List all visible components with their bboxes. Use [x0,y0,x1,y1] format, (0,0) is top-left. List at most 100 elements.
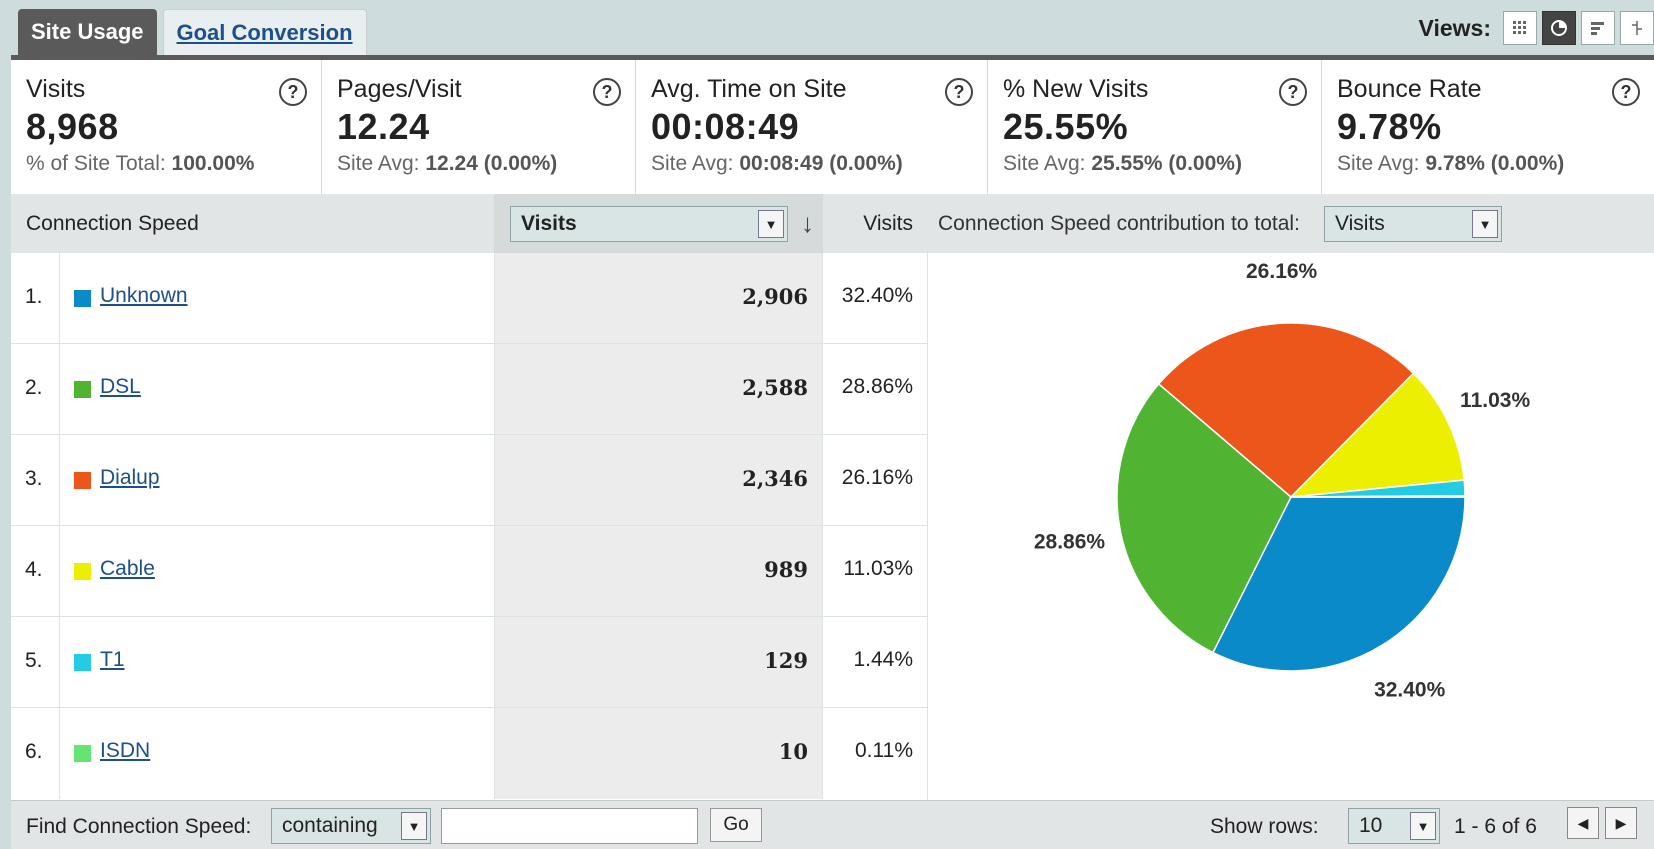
legend-swatch [74,745,91,762]
scorecard-label: Visits [26,75,86,103]
row-index: 1. [25,285,43,308]
legend-swatch [74,563,91,580]
show-rows-label: Show rows: [1210,815,1319,838]
contribution-select[interactable]: Visits ▼ [1324,206,1502,242]
scorecard-sub: Site Avg: 00:08:49 (0.00%) [651,152,987,176]
scorecard-pages-per-visit: Pages/Visit 12.24 Site Avg: 12.24 (0.00%… [322,60,636,194]
match-type-select[interactable]: containing ▼ [271,808,431,844]
metric-cell: 2,346 [494,435,823,525]
scorecard-value: 25.55% [1003,106,1129,147]
dimension-header[interactable]: Connection Speed [26,212,199,236]
go-button[interactable]: Go [710,808,762,842]
row-index: 4. [25,558,43,581]
scorecard-sub-prefix: % of Site Total: [26,152,172,175]
table-footer: Find Connection Speed: containing ▼ Go S… [11,800,1654,849]
scorecard-sub: Site Avg: 12.24 (0.00%) [337,152,635,176]
row-index-cell: 4. [11,526,60,616]
metric-select[interactable]: Visits ▼ [510,206,788,242]
metric-cell: 10 [494,708,823,799]
help-icon[interactable]: ? [593,78,621,106]
sort-descending-icon[interactable]: ↓ [801,208,814,239]
help-icon[interactable]: ? [1279,78,1307,106]
scorecard-sub: Site Avg: 25.55% (0.00%) [1003,152,1321,176]
row-link[interactable]: ISDN [100,739,150,763]
row-index-cell: 5. [11,617,60,707]
help-icon[interactable]: ? [1612,78,1640,106]
scorecard-sub-value: 00:08:49 (0.00%) [739,152,903,175]
rows-per-page-value: 10 [1359,814,1383,837]
contribution-select-value: Visits [1335,212,1385,235]
row-index-cell: 3. [11,435,60,525]
row-percent: 1.44% [853,648,913,671]
pie-chart: 32.40% 28.86% 26.16% 11.03% [1034,260,1531,701]
find-label: Find Connection Speed: [26,815,252,838]
legend-swatch [74,381,91,398]
chevron-down-icon[interactable]: ▼ [1472,210,1498,238]
table-row: 2. DSL 2,588 28.86% [11,344,927,435]
previous-page-icon[interactable]: ◀ [1567,807,1599,839]
row-percent: 26.16% [841,466,913,489]
help-icon[interactable]: ? [279,78,307,106]
chevron-down-icon[interactable]: ▼ [401,812,427,840]
legend-swatch [74,654,91,671]
scorecard-sub-prefix: Site Avg: [1337,152,1426,175]
tab-goal-conversion[interactable]: Goal Conversion [162,9,367,55]
comparison-view-icon[interactable] [1620,11,1654,45]
legend-swatch [74,290,91,307]
metric-cell: 129 [494,617,823,707]
row-link[interactable]: DSL [100,375,141,399]
metric-cell: 989 [494,526,823,616]
pie-view-icon[interactable] [1542,11,1576,45]
bar-view-icon[interactable] [1581,11,1615,45]
scorecard-sub-value: 12.24 (0.00%) [425,152,558,175]
row-index: 6. [25,740,43,763]
table-row: 4. Cable 989 11.03% [11,526,927,617]
rows-per-page-select[interactable]: 10 ▼ [1348,808,1440,844]
next-page-icon[interactable]: ▶ [1605,807,1637,839]
table-row: 6. ISDN 10 0.11% [11,708,927,799]
row-visits: 10 [778,739,808,764]
scorecard-sub-prefix: Site Avg: [337,152,426,175]
row-index-cell: 2. [11,344,60,434]
table-row: 5. T1 129 1.44% [11,617,927,708]
row-index: 2. [25,376,43,399]
row-visits: 2,588 [742,375,808,400]
scorecard-sub: % of Site Total: 100.00% [26,152,321,176]
contribution-label: Connection Speed contribution to total: [938,212,1300,235]
pie-data-label: 32.40% [1374,678,1446,701]
table-view-icon[interactable] [1503,11,1537,45]
row-index-cell: 6. [11,708,60,799]
chevron-down-icon[interactable]: ▼ [758,210,784,238]
pie-data-label: 28.86% [1034,531,1106,554]
legend-swatch [74,472,91,489]
row-link[interactable]: Dialup [100,466,160,490]
pie-chart-panel: 32.40% 28.86% 26.16% 11.03% [927,253,1654,800]
table-header: Connection Speed Visits ▼ ↓ Visits Conne… [11,194,1654,254]
chevron-down-icon[interactable]: ▼ [1410,812,1436,840]
match-type-value: containing [282,814,378,837]
row-visits: 989 [764,557,808,582]
metric-select-value: Visits [521,212,577,235]
row-percent: 11.03% [843,557,913,580]
search-input[interactable] [441,808,698,844]
scorecard-value: 8,968 [26,106,119,147]
scorecard-bar: Visits 8,968 % of Site Total: 100.00% ? … [11,60,1654,195]
help-icon[interactable]: ? [945,78,973,106]
row-link[interactable]: T1 [100,648,125,672]
row-percent: 28.86% [841,375,913,398]
row-link[interactable]: Unknown [100,284,188,308]
row-visits: 2,346 [742,466,808,491]
row-visits: 2,906 [742,284,808,309]
row-visits: 129 [764,648,808,673]
row-link[interactable]: Cable [100,557,155,581]
row-percent: 0.11% [855,739,913,762]
row-index: 5. [25,649,43,672]
report-tabs: Site Usage Goal Conversion [18,9,367,55]
scorecard-sub-prefix: Site Avg: [1003,152,1092,175]
pie-data-label: 26.16% [1246,260,1318,283]
scorecard-sub-prefix: Site Avg: [651,152,740,175]
percent-column-header[interactable]: Visits [823,212,913,236]
tab-site-usage[interactable]: Site Usage [18,9,157,55]
scorecard-value: 12.24 [337,106,430,147]
views-toolbar: Views: [1419,11,1654,45]
